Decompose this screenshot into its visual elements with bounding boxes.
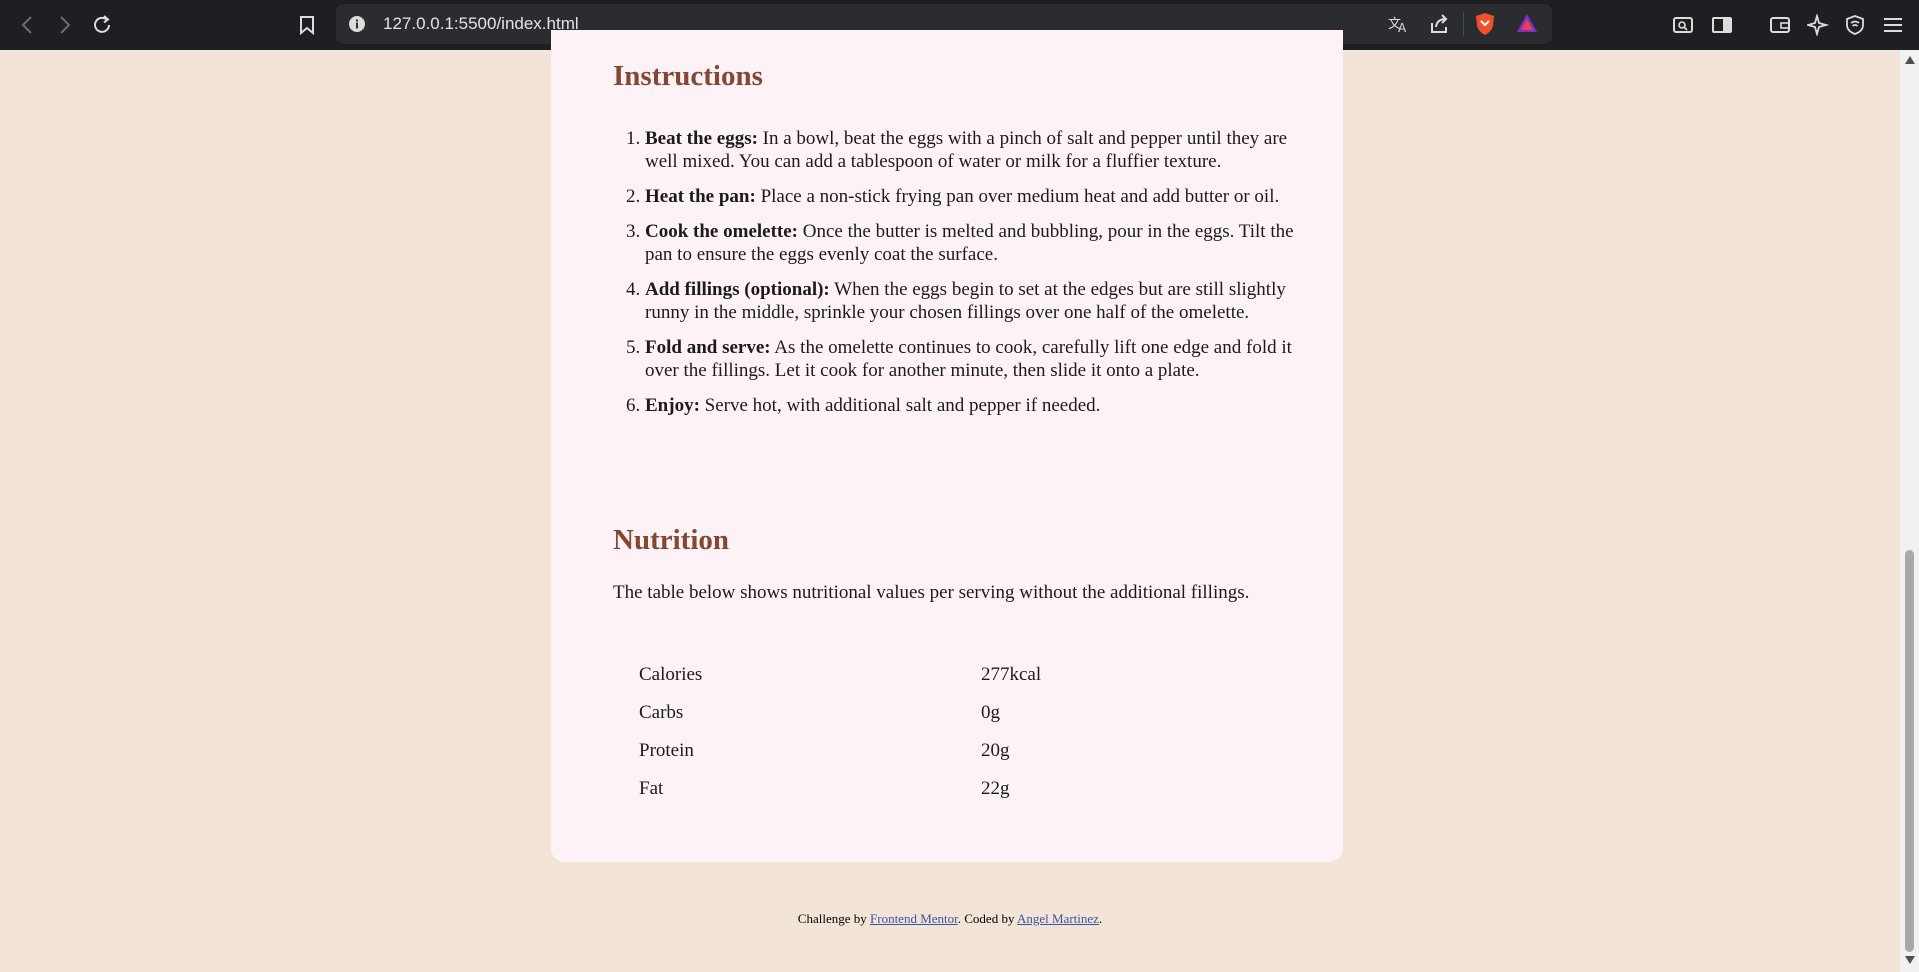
- frontend-mentor-link[interactable]: Frontend Mentor: [870, 911, 958, 926]
- instructions-list: Beat the eggs: In a bowl, beat the eggs …: [613, 127, 1299, 429]
- nutrient-label: Fat: [639, 778, 664, 799]
- nutrition-heading: Nutrition: [613, 524, 729, 556]
- svg-text:A: A: [1398, 21, 1407, 34]
- leo-ai-icon[interactable]: [1805, 12, 1831, 38]
- nutrient-value: 0g: [981, 702, 1000, 723]
- nutrient-label: Protein: [639, 740, 694, 761]
- step-title: Heat the pan:: [645, 186, 756, 207]
- brave-rewards-icon[interactable]: [1516, 13, 1538, 33]
- instruction-step: Heat the pan: Place a non-stick frying p…: [645, 185, 1299, 208]
- reload-icon[interactable]: [89, 12, 115, 38]
- attribution-footer: Challenge by Frontend Mentor. Coded by A…: [0, 911, 1900, 927]
- nutrition-intro: The table below shows nutritional values…: [613, 582, 1250, 603]
- nutrient-label: Calories: [639, 664, 703, 685]
- forward-icon[interactable]: [52, 12, 78, 38]
- step-title: Enjoy:: [645, 395, 700, 416]
- table-row: Carbs 0g: [613, 694, 1281, 732]
- instruction-step: Cook the omelette: Once the butter is me…: [645, 220, 1299, 266]
- scroll-thumb[interactable]: [1905, 550, 1914, 952]
- table-row: Protein 20g: [613, 732, 1281, 770]
- bookmark-icon[interactable]: [294, 12, 320, 38]
- instruction-step: Fold and serve: As the omelette continue…: [645, 336, 1299, 382]
- sidebar-icon[interactable]: [1709, 12, 1735, 38]
- nutrient-label: Carbs: [639, 702, 684, 723]
- step-text: Serve hot, with additional salt and pepp…: [699, 395, 1101, 416]
- recipe-card: Instructions Beat the eggs: In a bowl, b…: [551, 30, 1343, 862]
- url-text[interactable]: 127.0.0.1:5500/index.html: [383, 14, 579, 34]
- step-text: Place a non-stick frying pan over medium…: [755, 186, 1280, 207]
- scroll-up-arrow-icon[interactable]: [1905, 56, 1915, 64]
- instructions-heading: Instructions: [613, 60, 763, 92]
- step-title: Fold and serve:: [645, 337, 771, 358]
- site-info-icon[interactable]: [348, 15, 366, 33]
- step-title: Beat the eggs:: [645, 128, 758, 149]
- nutrient-value: 20g: [981, 740, 1010, 761]
- nutrient-value: 277kcal: [981, 664, 1042, 685]
- instruction-step: Beat the eggs: In a bowl, beat the eggs …: [645, 127, 1299, 173]
- step-title: Add fillings (optional):: [645, 279, 830, 300]
- nutrition-table: Calories 277kcal Carbs 0g Protein 20g Fa…: [613, 656, 1281, 808]
- step-title: Cook the omelette:: [645, 221, 799, 242]
- table-row: Calories 277kcal: [613, 656, 1281, 694]
- instruction-step: Enjoy: Serve hot, with additional salt a…: [645, 394, 1299, 417]
- instruction-step: Add fillings (optional): When the eggs b…: [645, 278, 1299, 324]
- table-row: Fat 22g: [613, 770, 1281, 808]
- footer-middle: . Coded by: [957, 911, 1017, 926]
- tab-search-icon[interactable]: [1670, 12, 1696, 38]
- vertical-scrollbar[interactable]: [1900, 50, 1919, 972]
- menu-icon[interactable]: [1880, 12, 1906, 38]
- brave-shield-icon[interactable]: [1474, 12, 1496, 36]
- footer-prefix: Challenge by: [797, 911, 871, 926]
- wallet-icon[interactable]: [1767, 12, 1793, 38]
- translate-icon[interactable]: 文A: [1388, 14, 1410, 34]
- scroll-down-arrow-icon[interactable]: [1905, 956, 1915, 964]
- share-icon[interactable]: [1429, 14, 1451, 34]
- nutrient-value: 22g: [981, 778, 1010, 799]
- back-icon[interactable]: [14, 12, 40, 38]
- divider: [1463, 12, 1464, 36]
- footer-suffix: .: [1098, 911, 1103, 926]
- vpn-icon[interactable]: [1842, 12, 1868, 38]
- author-link[interactable]: Angel Martinez: [1017, 911, 1099, 926]
